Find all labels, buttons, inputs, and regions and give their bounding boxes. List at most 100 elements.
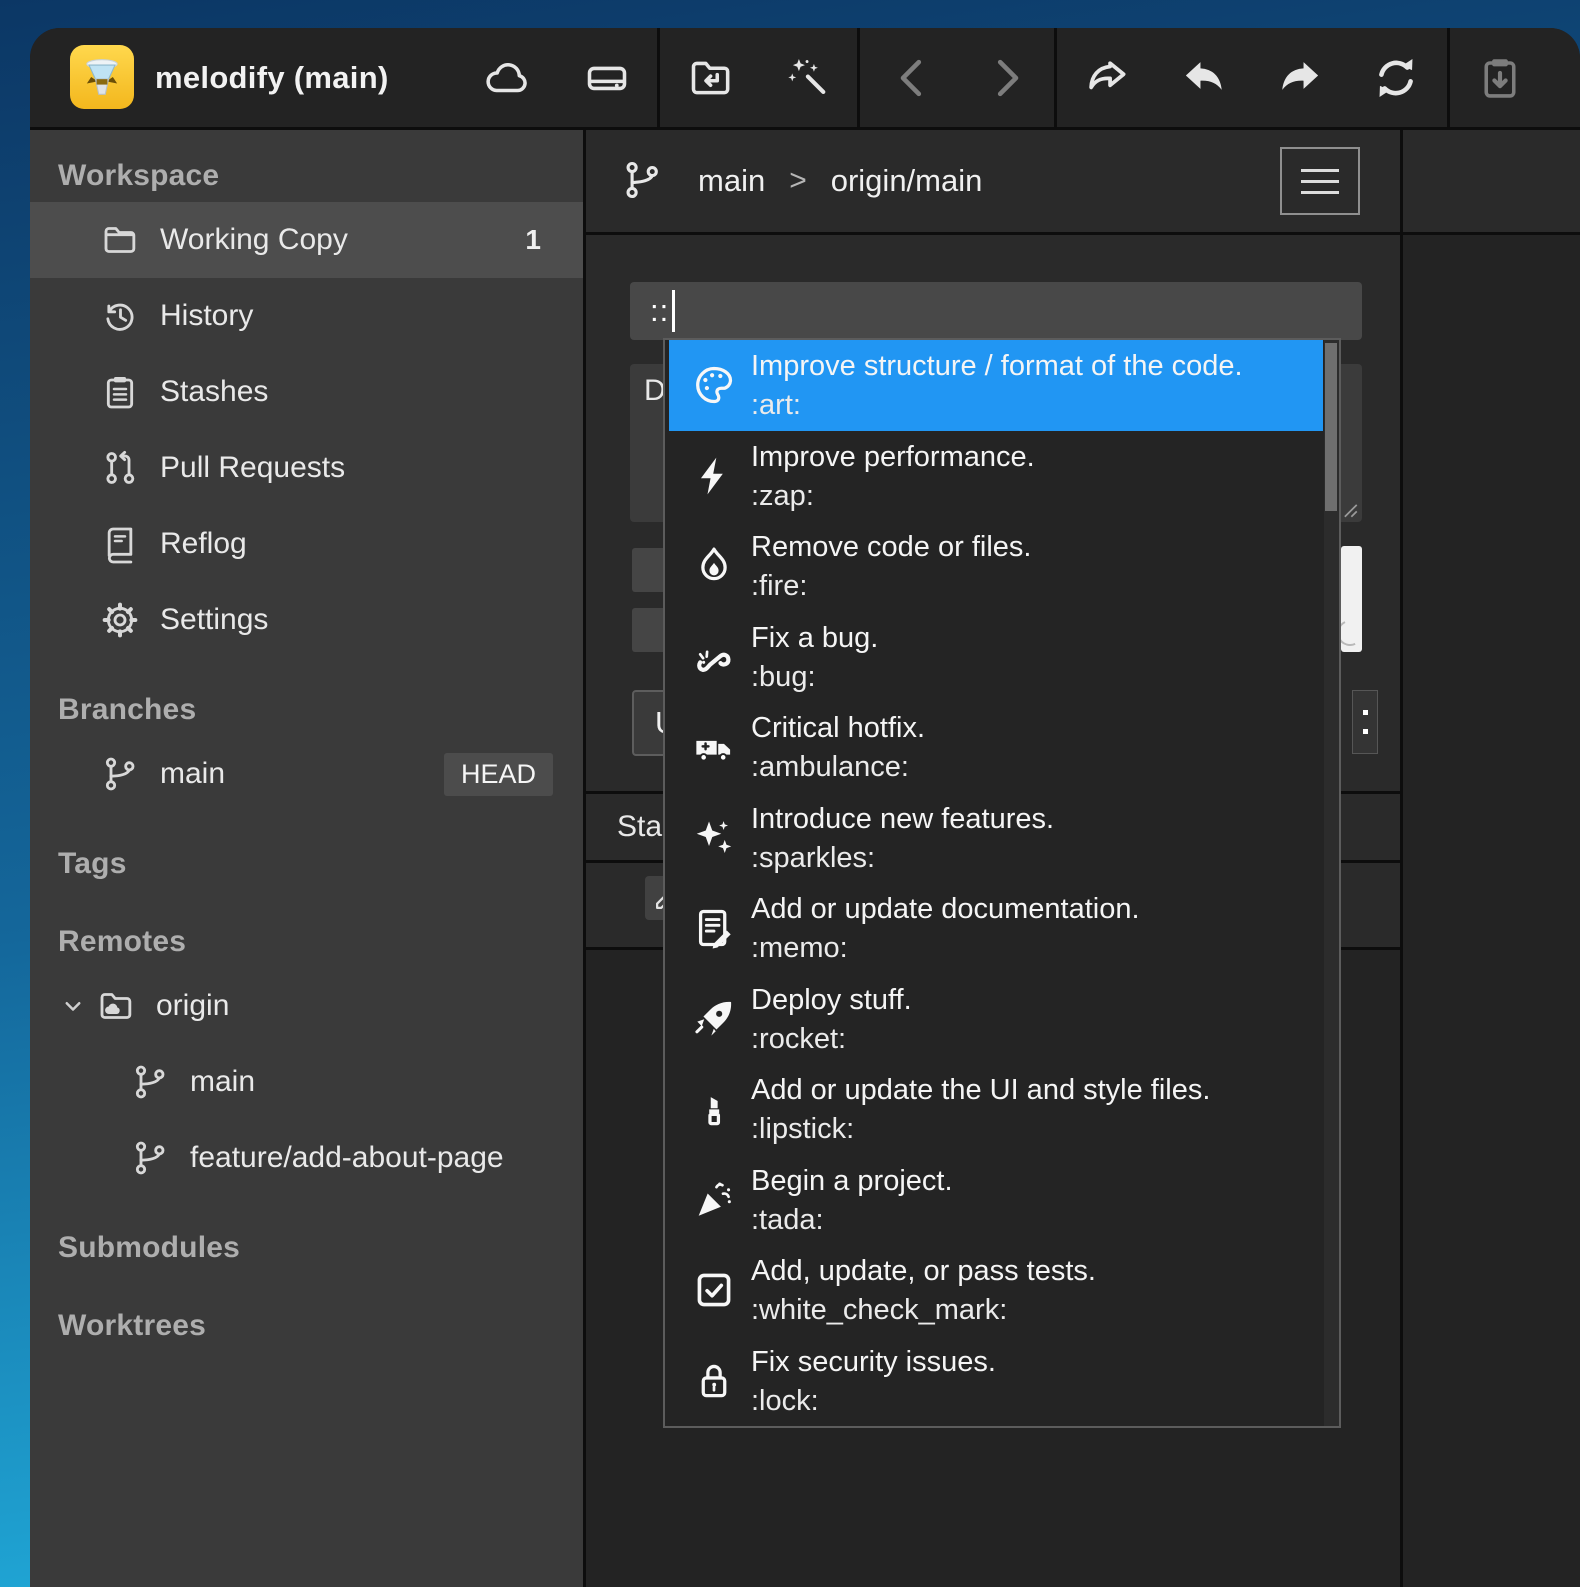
suggestion-code: :sparkles: bbox=[751, 839, 1054, 878]
branch-header: main > origin/main bbox=[586, 130, 1580, 232]
sidebar-item-feature-add-about-page[interactable]: feature/add-about-page bbox=[30, 1120, 583, 1196]
folder-return-icon[interactable] bbox=[686, 53, 736, 103]
menu-button[interactable] bbox=[1280, 147, 1360, 215]
sidebar-item-pull-requests[interactable]: Pull Requests bbox=[30, 430, 583, 506]
suggestion-item[interactable]: Add or update documentation. :memo: bbox=[669, 883, 1323, 974]
text-caret bbox=[672, 290, 675, 332]
stash-icon bbox=[100, 372, 140, 412]
colon-menu-button[interactable] bbox=[1352, 690, 1378, 754]
suggestion-item[interactable]: Begin a project. :tada: bbox=[669, 1155, 1323, 1246]
magic-wand-icon[interactable] bbox=[781, 53, 831, 103]
toolbar-group bbox=[457, 28, 657, 127]
branch-icon bbox=[130, 1062, 170, 1102]
palette-icon bbox=[691, 362, 737, 408]
breadcrumb-upstream-branch[interactable]: origin/main bbox=[831, 163, 983, 199]
chevron-down-icon[interactable] bbox=[58, 991, 88, 1021]
sidebar-item-label: Settings bbox=[160, 603, 268, 637]
dropdown-scrollbar-track[interactable] bbox=[1324, 340, 1339, 1426]
dropdown-scrollbar-thumb[interactable] bbox=[1325, 343, 1337, 511]
sidebar-section-header-tags[interactable]: Tags bbox=[30, 838, 583, 890]
suggestion-title: Improve performance. bbox=[751, 438, 1035, 477]
suggestion-code: :fire: bbox=[751, 567, 1031, 606]
partially-hidden-element bbox=[1341, 546, 1362, 652]
toolbar-group bbox=[1060, 28, 1444, 127]
suggestion-item[interactable]: Improve performance. :zap: bbox=[669, 431, 1323, 522]
sidebar-item-reflog[interactable]: Reflog bbox=[30, 506, 583, 582]
sidebar-item-label: feature/add-about-page bbox=[190, 1141, 504, 1175]
breadcrumb-current-branch[interactable]: main bbox=[698, 163, 765, 199]
sidebar-item-history[interactable]: History bbox=[30, 278, 583, 354]
suggestion-title: Add, update, or pass tests. bbox=[751, 1252, 1096, 1291]
staged-section-partial-label: Sta bbox=[617, 810, 662, 844]
sidebar-item-label: Pull Requests bbox=[160, 451, 345, 485]
sidebar-section-header-submodules[interactable]: Submodules bbox=[30, 1222, 583, 1274]
folder-icon bbox=[100, 220, 140, 260]
lipstick-icon bbox=[691, 1086, 737, 1132]
drive-icon[interactable] bbox=[582, 53, 632, 103]
book-icon bbox=[100, 524, 140, 564]
sidebar-item-settings[interactable]: Settings bbox=[30, 582, 583, 658]
bug-icon bbox=[691, 634, 737, 680]
sidebar-item-working-copy[interactable]: Working Copy 1 bbox=[30, 202, 583, 278]
cloud-icon[interactable] bbox=[482, 53, 532, 103]
suggestion-item[interactable]: Fix a bug. :bug: bbox=[669, 612, 1323, 703]
suggestion-item[interactable]: Add, update, or pass tests. :white_check… bbox=[669, 1245, 1323, 1336]
sparkles-icon bbox=[691, 815, 737, 861]
history-icon bbox=[100, 296, 140, 336]
suggestion-item[interactable]: Introduce new features. :sparkles: bbox=[669, 793, 1323, 884]
suggestion-title: Introduce new features. bbox=[751, 800, 1054, 839]
sidebar-section-header-branches[interactable]: Branches bbox=[30, 684, 583, 736]
suggestion-code: :art: bbox=[751, 386, 1243, 425]
sidebar-item-label: main bbox=[190, 1065, 255, 1099]
sidebar-section-header-worktrees[interactable]: Worktrees bbox=[30, 1300, 583, 1352]
main-pane: main > origin/main :: D bbox=[586, 130, 1580, 1587]
suggestion-item[interactable]: Remove code or files. :fire: bbox=[669, 521, 1323, 612]
titlebar: melodify (main) bbox=[30, 28, 1580, 127]
sync-icon[interactable] bbox=[1371, 53, 1421, 103]
fire-icon bbox=[691, 543, 737, 589]
sidebar-item-stashes[interactable]: Stashes bbox=[30, 354, 583, 430]
emoji-suggestion-dropdown: Improve structure / format of the code. … bbox=[663, 338, 1341, 1428]
suggestion-title: Remove code or files. bbox=[751, 528, 1031, 567]
suggestion-code: :ambulance: bbox=[751, 748, 925, 787]
undo-icon[interactable] bbox=[1179, 53, 1229, 103]
commit-subject-input[interactable]: :: bbox=[630, 282, 1362, 340]
suggestion-item[interactable]: Add or update the UI and style files. :l… bbox=[669, 1064, 1323, 1155]
sidebar-item-main[interactable]: main bbox=[30, 1044, 583, 1120]
sidebar-item-label: main bbox=[160, 757, 225, 791]
toolbar-group bbox=[663, 28, 853, 127]
ambulance-icon bbox=[691, 724, 737, 770]
sidebar-item-origin[interactable]: origin bbox=[30, 968, 583, 1044]
share-icon[interactable] bbox=[1083, 53, 1133, 103]
sidebar-item-label: Working Copy bbox=[160, 223, 348, 257]
clipboard-download-icon[interactable] bbox=[1475, 53, 1525, 103]
rocket-icon bbox=[691, 996, 737, 1042]
commit-subject-value: :: bbox=[650, 293, 669, 329]
suggestion-item[interactable]: Critical hotfix. :ambulance: bbox=[669, 702, 1323, 793]
app-logo-icon bbox=[70, 45, 134, 109]
sidebar: Workspace Working Copy 1 History Stashes… bbox=[30, 130, 583, 1587]
suggestion-title: Improve structure / format of the code. bbox=[751, 347, 1243, 386]
branch-icon bbox=[100, 754, 140, 794]
breadcrumb-separator-icon: > bbox=[789, 164, 807, 198]
window-title: melodify (main) bbox=[155, 28, 389, 127]
suggestion-title: Add or update the UI and style files. bbox=[751, 1071, 1210, 1110]
sidebar-section-header-remotes[interactable]: Remotes bbox=[30, 916, 583, 968]
chevron-left-icon[interactable] bbox=[888, 53, 938, 103]
suggestion-item[interactable]: Fix security issues. :lock: bbox=[669, 1336, 1323, 1427]
pull-request-icon bbox=[100, 448, 140, 488]
sidebar-section-header-workspace[interactable]: Workspace bbox=[30, 150, 583, 202]
suggestion-title: Fix a bug. bbox=[751, 619, 878, 658]
suggestion-item[interactable]: Improve structure / format of the code. … bbox=[669, 340, 1323, 431]
suggestion-title: Begin a project. bbox=[751, 1162, 953, 1201]
zap-icon bbox=[691, 453, 737, 499]
sidebar-item-label: Reflog bbox=[160, 527, 247, 561]
tada-icon bbox=[691, 1177, 737, 1223]
suggestion-item[interactable]: Deploy stuff. :rocket: bbox=[669, 974, 1323, 1065]
head-badge: HEAD bbox=[444, 753, 553, 796]
sidebar-item-main[interactable]: main HEAD bbox=[30, 736, 583, 812]
chevron-right-icon[interactable] bbox=[981, 53, 1031, 103]
breadcrumb: main > origin/main bbox=[698, 130, 982, 232]
sidebar-item-label: Stashes bbox=[160, 375, 268, 409]
redo-icon[interactable] bbox=[1275, 53, 1325, 103]
